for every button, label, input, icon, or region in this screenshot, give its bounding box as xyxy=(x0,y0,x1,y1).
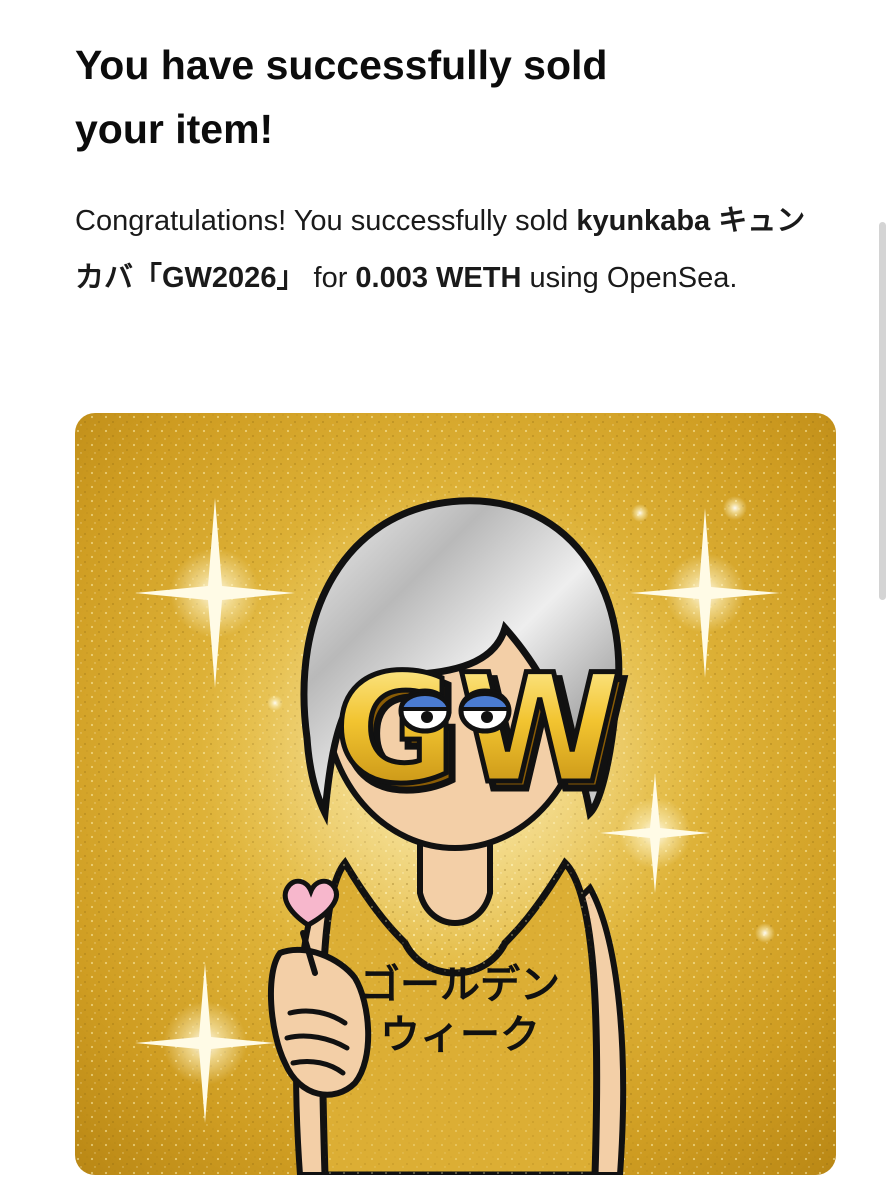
title-line-2: your item! xyxy=(75,106,274,152)
shirt-text-line-1: ゴールデン xyxy=(360,962,560,1008)
price-prefix: for xyxy=(313,262,348,294)
scrollbar[interactable] xyxy=(879,222,886,600)
page-title: You have successfully sold your item! xyxy=(75,33,775,161)
marketplace-text: using OpenSea. xyxy=(529,262,738,294)
sale-message: Congratulations! You successfully sold k… xyxy=(75,193,815,307)
shirt-text-line-2: ウィーク xyxy=(380,1012,540,1058)
intro-text: Congratulations! You successfully sold xyxy=(75,205,569,237)
nft-image[interactable]: GW GW ゴールデン ウィーク xyxy=(75,413,836,1175)
sale-price: 0.003 WETH xyxy=(355,262,522,294)
title-line-1: You have successfully sold xyxy=(75,42,608,88)
